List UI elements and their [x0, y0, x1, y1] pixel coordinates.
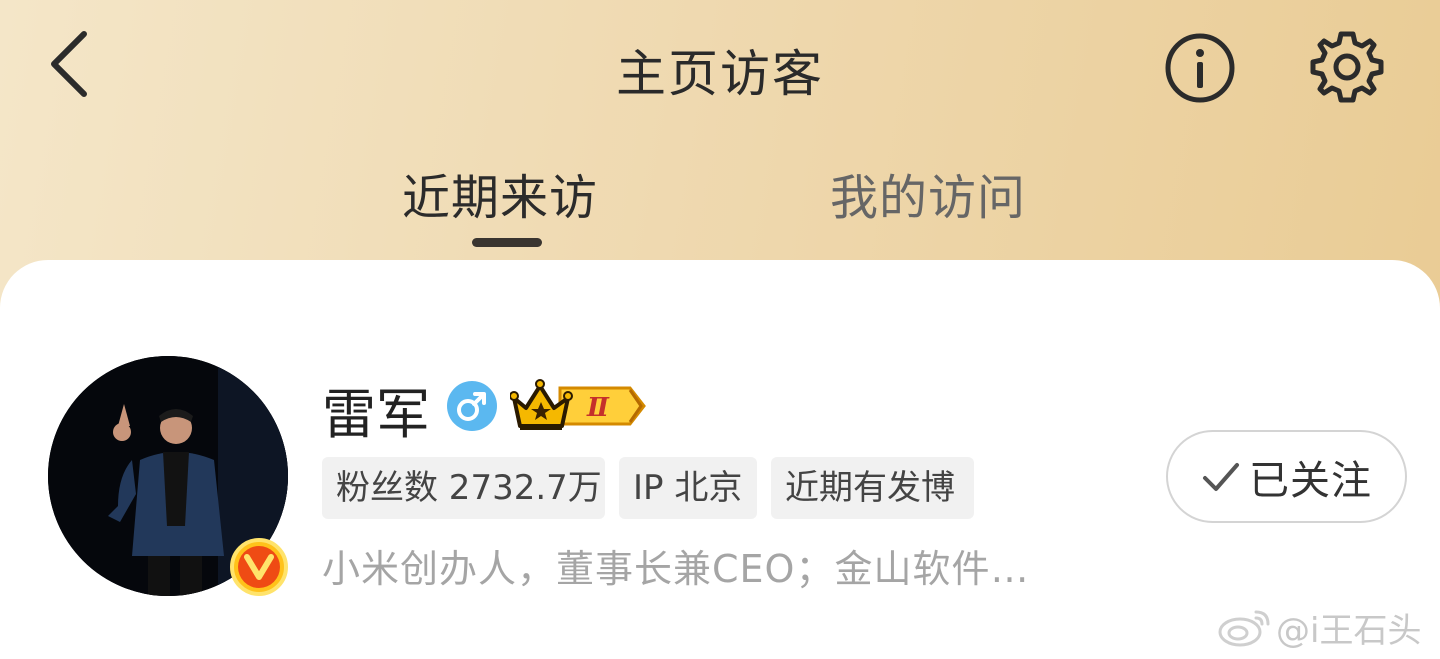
- tab-my-visits[interactable]: 我的访问: [830, 158, 1026, 228]
- follow-button-label: 已关注: [1249, 457, 1372, 504]
- watermark: @i王石头: [1216, 604, 1422, 651]
- checkmark-icon: [1203, 462, 1239, 491]
- tag-fans-count: 粉丝数 2732.7万: [322, 457, 605, 519]
- active-tab-indicator: [472, 238, 542, 247]
- crown-level-badge-icon: Ⅱ: [509, 379, 646, 430]
- info-icon: [1165, 33, 1235, 103]
- visitor-card: 雷军 Ⅱ 粉丝数 2732.7万 IP 北京 近期有发博 小米创办人，董事长兼C…: [0, 260, 1440, 659]
- verified-badge: [230, 538, 288, 596]
- settings-button[interactable]: [1306, 26, 1388, 108]
- weibo-logo-icon: [1218, 610, 1270, 647]
- svg-text:Ⅱ: Ⅱ: [586, 393, 610, 423]
- followed-button[interactable]: 已关注: [1166, 430, 1407, 523]
- verified-v-icon: [238, 546, 280, 588]
- user-bio: 小米创办人，董事长兼CEO；金山软件…: [322, 547, 1030, 591]
- header: 主页访客: [0, 0, 1440, 130]
- member-level-badge[interactable]: Ⅱ: [509, 376, 648, 434]
- watermark-text: @i王石头: [1276, 610, 1422, 651]
- gear-icon: [1310, 31, 1384, 103]
- tag-ip-location: IP 北京: [619, 457, 757, 519]
- tab-recent-visitors[interactable]: 近期来访: [402, 158, 598, 228]
- info-button[interactable]: [1160, 28, 1240, 108]
- tab-bar: 近期来访 我的访问: [0, 150, 1440, 260]
- tag-recently-posted: 近期有发博: [771, 457, 974, 519]
- user-name[interactable]: 雷军: [322, 370, 430, 449]
- male-icon: [447, 381, 497, 431]
